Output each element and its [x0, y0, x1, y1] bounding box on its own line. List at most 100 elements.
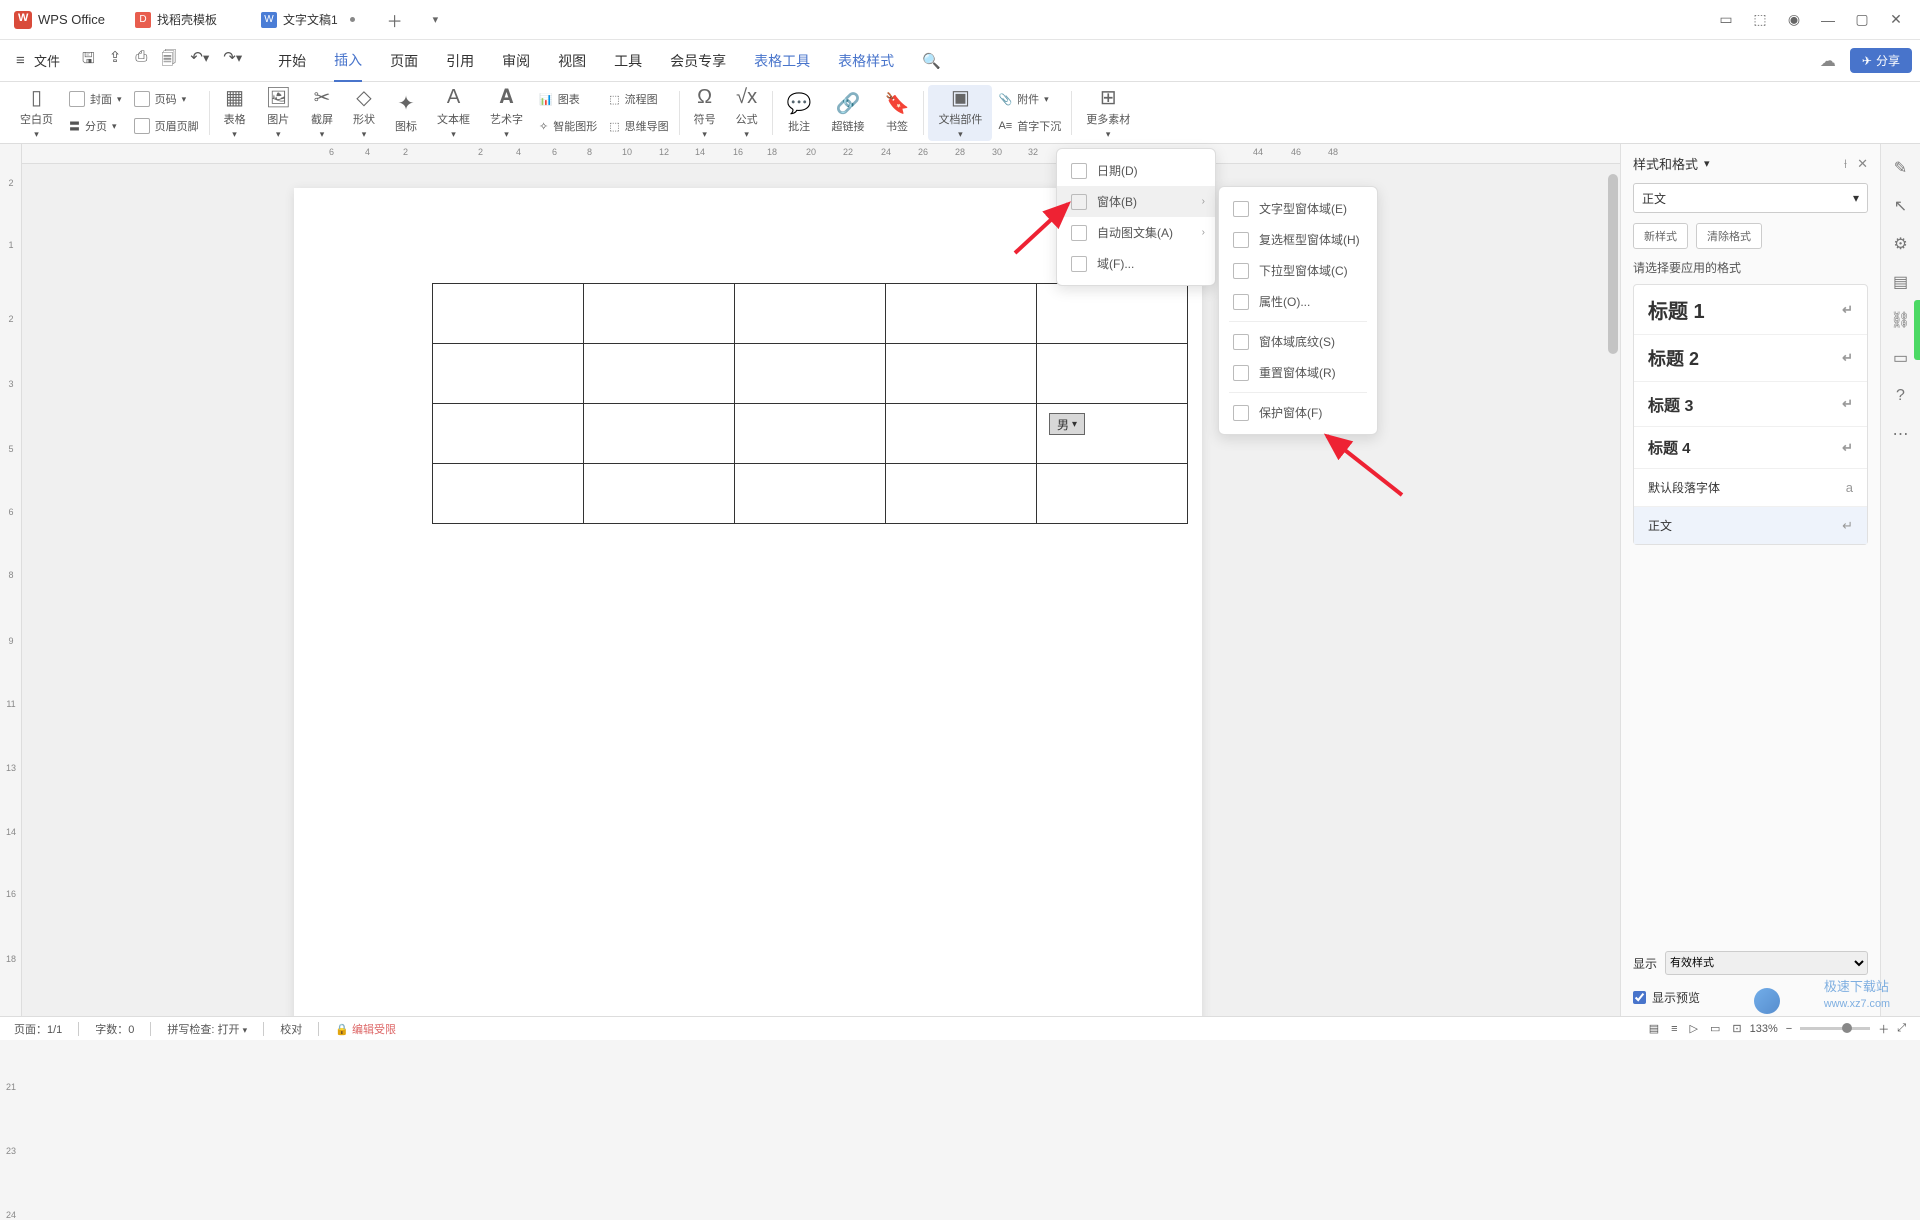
- search-icon[interactable]: 🔍: [922, 52, 941, 70]
- settings-icon[interactable]: ⚙: [1891, 234, 1911, 254]
- menu-table-style[interactable]: 表格样式: [838, 40, 894, 82]
- menu-table-tools[interactable]: 表格工具: [754, 40, 810, 82]
- cube-icon[interactable]: ⬚: [1752, 12, 1768, 28]
- style-heading1[interactable]: 标题 1↵: [1634, 285, 1867, 335]
- cloud-icon[interactable]: ☁: [1820, 51, 1836, 71]
- icon-button[interactable]: ✦图标: [385, 85, 427, 141]
- shape-button[interactable]: ◇形状▾: [343, 85, 385, 141]
- dd-form[interactable]: 窗体(B)›: [1057, 186, 1215, 217]
- wordart-button[interactable]: 𝐀艺术字▾: [480, 85, 533, 141]
- symbol-button[interactable]: Ω符号▾: [684, 85, 726, 141]
- tab-template[interactable]: D 找稻壳模板: [121, 5, 231, 35]
- zoom-out-button[interactable]: −: [1786, 1023, 1792, 1035]
- document-page[interactable]: 男: [294, 188, 1202, 1016]
- user-avatar-icon[interactable]: ◉: [1786, 12, 1802, 28]
- dd-reset-form[interactable]: 重置窗体域(R): [1219, 357, 1377, 388]
- dd-form-shading[interactable]: 窗体域底纹(S): [1219, 326, 1377, 357]
- zoom-value[interactable]: 133%: [1750, 1023, 1778, 1035]
- menu-member[interactable]: 会员专享: [670, 40, 726, 82]
- link-icon[interactable]: ⛓: [1891, 310, 1911, 330]
- doc-parts-button[interactable]: ▣文档部件▾: [928, 85, 992, 141]
- style-heading3[interactable]: 标题 3↵: [1634, 382, 1867, 427]
- print-preview-icon[interactable]: 🗐: [161, 48, 176, 73]
- page-number-button[interactable]: 页码▾: [134, 87, 199, 111]
- select-icon[interactable]: ↖: [1891, 196, 1911, 216]
- save-icon[interactable]: 🖫: [82, 48, 95, 73]
- maximize-button[interactable]: ▢: [1854, 12, 1870, 28]
- share-button[interactable]: ✈ 分享: [1850, 48, 1912, 73]
- document-table[interactable]: [432, 283, 1188, 524]
- menu-reference[interactable]: 引用: [446, 40, 474, 82]
- status-page[interactable]: 页面：1/1: [14, 1021, 62, 1037]
- clear-format-button[interactable]: 清除格式: [1696, 223, 1762, 249]
- comment-button[interactable]: 💬批注: [777, 85, 822, 141]
- style-heading2[interactable]: 标题 2↵: [1634, 335, 1867, 382]
- status-proof[interactable]: 校对: [280, 1021, 302, 1037]
- dd-field[interactable]: 域(F)...: [1057, 248, 1215, 279]
- export-icon[interactable]: ⇪: [109, 48, 122, 73]
- tab-document[interactable]: W 文字文稿1: [247, 5, 369, 35]
- print-icon[interactable]: ⎙: [135, 48, 147, 73]
- zoom-in-button[interactable]: ＋: [1878, 1021, 1889, 1037]
- menu-start[interactable]: 开始: [278, 40, 306, 82]
- menu-insert[interactable]: 插入: [334, 40, 362, 82]
- style-normal[interactable]: 正文↵: [1634, 507, 1867, 544]
- menu-review[interactable]: 审阅: [502, 40, 530, 82]
- page-break-button[interactable]: 〓分页▾: [69, 114, 122, 138]
- view-page-icon[interactable]: ▤: [1649, 1022, 1659, 1035]
- menu-tools[interactable]: 工具: [614, 40, 642, 82]
- more-resources-button[interactable]: ⊞更多素材▾: [1076, 85, 1140, 141]
- dropcap-button[interactable]: A≡首字下沉: [998, 114, 1061, 138]
- show-select[interactable]: 有效样式: [1665, 951, 1868, 975]
- reader-icon[interactable]: ▭: [1718, 12, 1734, 28]
- layers-icon[interactable]: ▤: [1891, 272, 1911, 292]
- pin-icon[interactable]: ⟊: [1844, 156, 1847, 172]
- status-edit-limit[interactable]: 🔒 编辑受限: [335, 1021, 396, 1037]
- hyperlink-button[interactable]: 🔗超链接: [822, 85, 875, 141]
- dd-date[interactable]: 日期(D): [1057, 155, 1215, 186]
- view-outline-icon[interactable]: ≡: [1671, 1023, 1677, 1035]
- scrollbar-thumb[interactable]: [1608, 174, 1618, 354]
- zoom-slider[interactable]: [1800, 1027, 1870, 1030]
- new-style-button[interactable]: 新样式: [1633, 223, 1688, 249]
- more-icon[interactable]: ⋯: [1891, 424, 1911, 444]
- table-button[interactable]: ▦表格▾: [214, 85, 256, 141]
- help-icon[interactable]: ?: [1891, 386, 1911, 406]
- dd-protect-form[interactable]: 保护窗体(F): [1219, 397, 1377, 428]
- canvas-area[interactable]: 642246810121416182022242628303234444648 …: [22, 144, 1620, 1016]
- attachment-button[interactable]: 📎附件▾: [998, 87, 1061, 111]
- undo-icon[interactable]: ↶▾: [190, 48, 209, 73]
- bookmark-button[interactable]: 🔖书签: [875, 85, 920, 141]
- view-web-icon[interactable]: ▷: [1690, 1022, 1698, 1035]
- minimize-button[interactable]: —: [1820, 12, 1836, 28]
- mindmap-button[interactable]: ⬚思维导图: [609, 114, 668, 138]
- close-button[interactable]: ✕: [1888, 12, 1904, 28]
- current-style-select[interactable]: 正文▾: [1633, 183, 1868, 213]
- view-read-icon[interactable]: ▭: [1710, 1022, 1720, 1035]
- menu-view[interactable]: 视图: [558, 40, 586, 82]
- panel-close-icon[interactable]: ✕: [1857, 156, 1868, 172]
- blank-page-button[interactable]: ▯空白页▾: [10, 85, 63, 141]
- file-menu[interactable]: 文件: [8, 47, 68, 74]
- dd-text-field[interactable]: 文字型窗体域(E): [1219, 193, 1377, 224]
- cover-button[interactable]: 封面▾: [69, 87, 122, 111]
- preview-checkbox[interactable]: [1633, 991, 1646, 1004]
- picture-button[interactable]: 🖼图片▾: [256, 85, 301, 141]
- dd-autotext[interactable]: 自动图文集(A)›: [1057, 217, 1215, 248]
- expand-icon[interactable]: ⤢: [1897, 1022, 1906, 1035]
- redo-icon[interactable]: ↷▾: [223, 48, 242, 73]
- tab-dropdown[interactable]: ▾: [421, 13, 451, 26]
- dd-dropdown-field[interactable]: 下拉型窗体域(C): [1219, 255, 1377, 286]
- pencil-icon[interactable]: ✎: [1891, 158, 1911, 178]
- dd-checkbox-field[interactable]: 复选框型窗体域(H): [1219, 224, 1377, 255]
- book-icon[interactable]: ▭: [1891, 348, 1911, 368]
- scrollbar-vertical[interactable]: [1606, 164, 1620, 1016]
- status-words[interactable]: 字数：0: [95, 1021, 134, 1037]
- dropdown-form-field[interactable]: 男: [1049, 413, 1085, 435]
- smartart-button[interactable]: ✧智能图形: [539, 114, 597, 138]
- status-spell[interactable]: 拼写检查: 打开 ▾: [167, 1021, 247, 1037]
- textbox-button[interactable]: A文本框▾: [427, 85, 480, 141]
- header-footer-button[interactable]: 页眉页脚: [134, 114, 199, 138]
- style-default-font[interactable]: 默认段落字体a: [1634, 469, 1867, 507]
- new-tab-button[interactable]: ＋: [375, 8, 415, 32]
